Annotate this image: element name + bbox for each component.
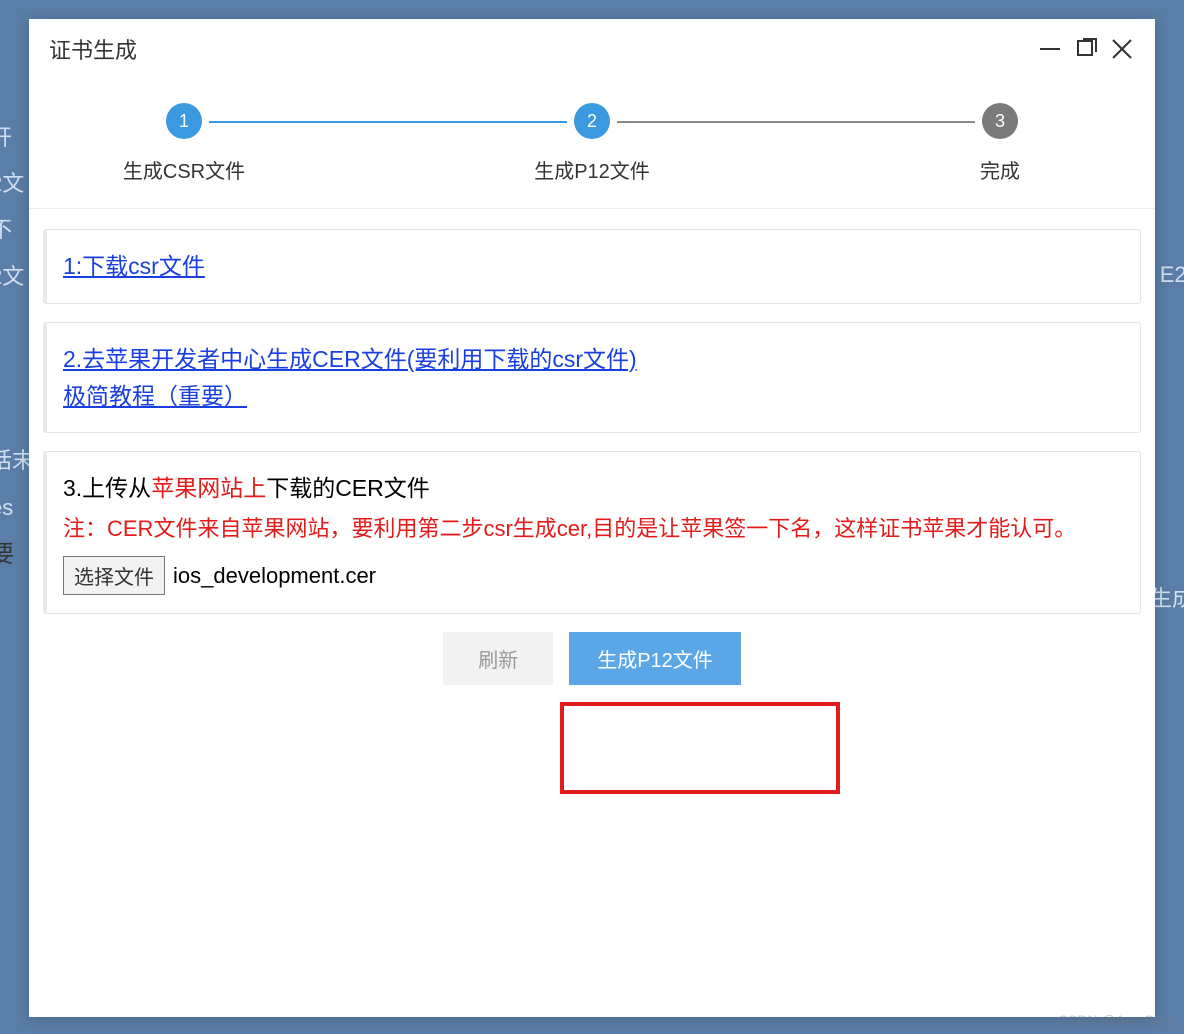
selected-file-name: ios_development.cer: [173, 558, 376, 593]
maximize-icon: [1074, 37, 1098, 61]
dialog-content: 1:下载csr文件 2.去苹果开发者中心生成CER文件(要利用下载的csr文件)…: [29, 209, 1155, 705]
background-text-bottom: 要: [0, 530, 14, 580]
step-line-2-3: [617, 121, 975, 123]
dialog-titlebar: 证书生成: [29, 19, 1155, 75]
step3-note: 注：CER文件来自苹果网站，要利用第二步csr生成cer,目的是让苹果签一下名，…: [63, 511, 1124, 546]
step3-title-suffix: 下载的CER文件: [266, 475, 430, 501]
minimize-icon: [1038, 37, 1062, 61]
step3-title-highlight: 苹果网站上: [151, 475, 266, 501]
file-upload-row: 选择文件 ios_development.cer: [63, 556, 1124, 595]
maximize-button[interactable]: [1073, 36, 1099, 62]
step3-title: 3.上传从苹果网站上下载的CER文件: [63, 470, 1124, 507]
close-button[interactable]: [1109, 36, 1135, 62]
watermark-text: CSDN @AmoSore: [1058, 1012, 1174, 1028]
step-1-label: 生成CSR文件: [123, 155, 245, 184]
step2-card: 2.去苹果开发者中心生成CER文件(要利用下载的csr文件) 极简教程（重要）: [43, 322, 1141, 434]
certificate-dialog: 证书生成 1 生成CSR文件 2 生成P12文件 3 完成: [29, 19, 1155, 1017]
tutorial-link[interactable]: 极简教程（重要）: [63, 383, 247, 409]
step-2: 2 生成P12文件: [567, 103, 617, 184]
choose-file-button[interactable]: 选择文件: [63, 556, 165, 595]
generate-p12-button[interactable]: 生成P12文件: [569, 632, 741, 685]
step-2-circle: 2: [574, 103, 610, 139]
step-3-circle: 3: [982, 103, 1018, 139]
step-1-circle: 1: [166, 103, 202, 139]
refresh-button[interactable]: 刷新: [443, 632, 553, 685]
steps-bar: 1 生成CSR文件 2 生成P12文件 3 完成: [29, 75, 1155, 209]
step-line-1-2: [209, 121, 567, 123]
close-icon: [1110, 37, 1134, 61]
step-2-label: 生成P12文件: [534, 155, 650, 184]
step-3-label: 完成: [980, 155, 1020, 184]
dialog-title: 证书生成: [49, 33, 1027, 65]
step3-card: 3.上传从苹果网站上下载的CER文件 注：CER文件来自苹果网站，要利用第二步c…: [43, 451, 1141, 614]
step-1: 1 生成CSR文件: [159, 103, 209, 184]
step1-card: 1:下载csr文件: [43, 229, 1141, 304]
step3-title-prefix: 3.上传从: [63, 475, 151, 501]
action-buttons: 刷新 生成P12文件: [43, 632, 1141, 685]
step-3: 3 完成: [975, 103, 1025, 184]
background-text-right: E2- 生成: [1150, 160, 1184, 622]
minimize-button[interactable]: [1037, 36, 1063, 62]
apple-dev-center-link[interactable]: 2.去苹果开发者中心生成CER文件(要利用下载的csr文件): [63, 346, 637, 372]
download-csr-link[interactable]: 1:下载csr文件: [63, 253, 205, 279]
